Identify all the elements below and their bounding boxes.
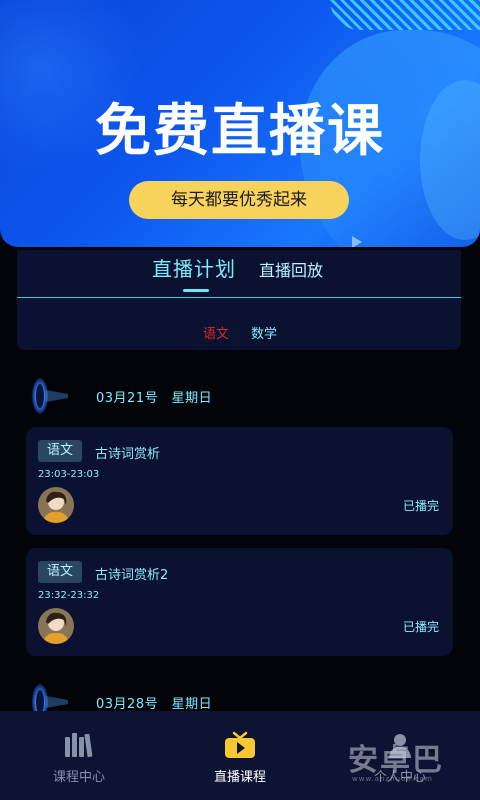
- tab-panel: 直播计划 直播回放 语文 数学: [17, 250, 461, 350]
- subject-tag: 语文: [38, 561, 82, 583]
- subject-filter-math[interactable]: 数学: [251, 323, 277, 342]
- course-card[interactable]: 语文 古诗词赏析 23:03-23:03 已播完: [26, 427, 453, 535]
- course-card[interactable]: 语文 古诗词赏析2 23:32-23:32 已播完: [26, 548, 453, 656]
- nav-live-courses[interactable]: 直播课程: [180, 711, 300, 800]
- course-time: 23:32-23:32: [38, 590, 100, 601]
- watermark-url: www.anzhuo8.com: [352, 775, 433, 783]
- hero-decoration: [330, 0, 480, 30]
- tab-active-indicator: [183, 289, 209, 292]
- divider: [17, 297, 461, 298]
- teacher-avatar: [38, 608, 74, 644]
- hero-title: 免费直播课: [95, 99, 385, 164]
- course-status: 已播完: [402, 499, 439, 513]
- date-portal-icon: [32, 378, 68, 414]
- date-header: 03月21号 星期日: [28, 376, 448, 416]
- date-label: 03月28号 星期日: [96, 697, 213, 712]
- nav-label: 课程中心: [52, 770, 105, 785]
- tab-live-plan[interactable]: 直播计划: [152, 253, 236, 282]
- play-triangle-icon: [352, 236, 362, 247]
- subject-filter-chinese[interactable]: 语文: [203, 323, 229, 342]
- hero-banner[interactable]: 免费直播课 每天都要优秀起来: [0, 0, 480, 247]
- watermark: 安卓巴: [348, 743, 444, 778]
- tab-replay[interactable]: 直播回放: [259, 257, 323, 281]
- tv-play-icon: [225, 731, 255, 758]
- teacher-avatar: [38, 487, 74, 523]
- nav-label: 直播课程: [213, 770, 266, 785]
- course-title: 古诗词赏析2: [95, 568, 169, 583]
- subject-tag: 语文: [38, 440, 82, 462]
- date-label: 03月21号 星期日: [96, 391, 213, 406]
- course-status: 已播完: [402, 620, 439, 634]
- course-time: 23:03-23:03: [38, 469, 100, 480]
- course-title: 古诗词赏析: [95, 447, 161, 462]
- hero-slogan-badge: 每天都要优秀起来: [129, 181, 349, 219]
- nav-course-center[interactable]: 课程中心: [19, 711, 139, 800]
- books-icon: [65, 733, 93, 758]
